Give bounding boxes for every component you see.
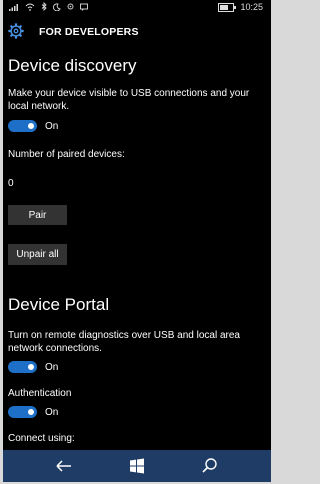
gear-icon[interactable] <box>7 22 25 40</box>
signal-icon <box>9 3 19 13</box>
phone-screen: 10:25 FOR DEVELOPERS Device discovery Ma… <box>3 0 271 482</box>
notification-icon <box>80 3 88 13</box>
battery-icon <box>218 2 237 12</box>
authentication-toggle[interactable]: On <box>8 406 58 418</box>
device-discovery-toggle[interactable]: On <box>8 120 58 132</box>
authentication-label: Authentication <box>8 388 72 399</box>
page-header: FOR DEVELOPERS <box>3 19 271 45</box>
toggle-state-label: On <box>45 406 59 418</box>
pair-button[interactable]: Pair <box>8 205 67 225</box>
bluetooth-icon <box>41 1 47 13</box>
toggle-switch[interactable] <box>8 406 37 418</box>
connect-using-label: Connect using: <box>8 433 75 444</box>
paired-devices-count: 0 <box>8 178 14 189</box>
toggle-switch[interactable] <box>8 120 37 132</box>
paired-devices-label: Number of paired devices: <box>8 149 125 160</box>
windows-logo-icon[interactable] <box>127 456 147 476</box>
back-arrow-icon[interactable] <box>54 456 74 476</box>
device-discovery-heading: Device discovery <box>8 56 137 75</box>
unpair-all-button[interactable]: Unpair all <box>8 244 67 265</box>
toggle-state-label: On <box>45 120 59 132</box>
device-portal-description: Turn on remote diagnostics over USB and … <box>8 330 240 354</box>
wifi-icon <box>25 3 35 13</box>
navigation-bar <box>3 450 271 482</box>
page-title: FOR DEVELOPERS <box>39 26 139 38</box>
location-icon <box>67 3 74 13</box>
clock: 10:25 <box>240 2 263 12</box>
search-icon[interactable] <box>200 456 220 476</box>
quiet-hours-icon <box>53 2 61 13</box>
status-bar: 10:25 <box>3 0 271 15</box>
device-portal-heading: Device Portal <box>8 295 110 314</box>
toggle-state-label: On <box>45 361 59 373</box>
device-discovery-description: Make your device visible to USB connecti… <box>8 88 250 112</box>
toggle-switch[interactable] <box>8 361 37 373</box>
device-portal-toggle[interactable]: On <box>8 361 58 373</box>
